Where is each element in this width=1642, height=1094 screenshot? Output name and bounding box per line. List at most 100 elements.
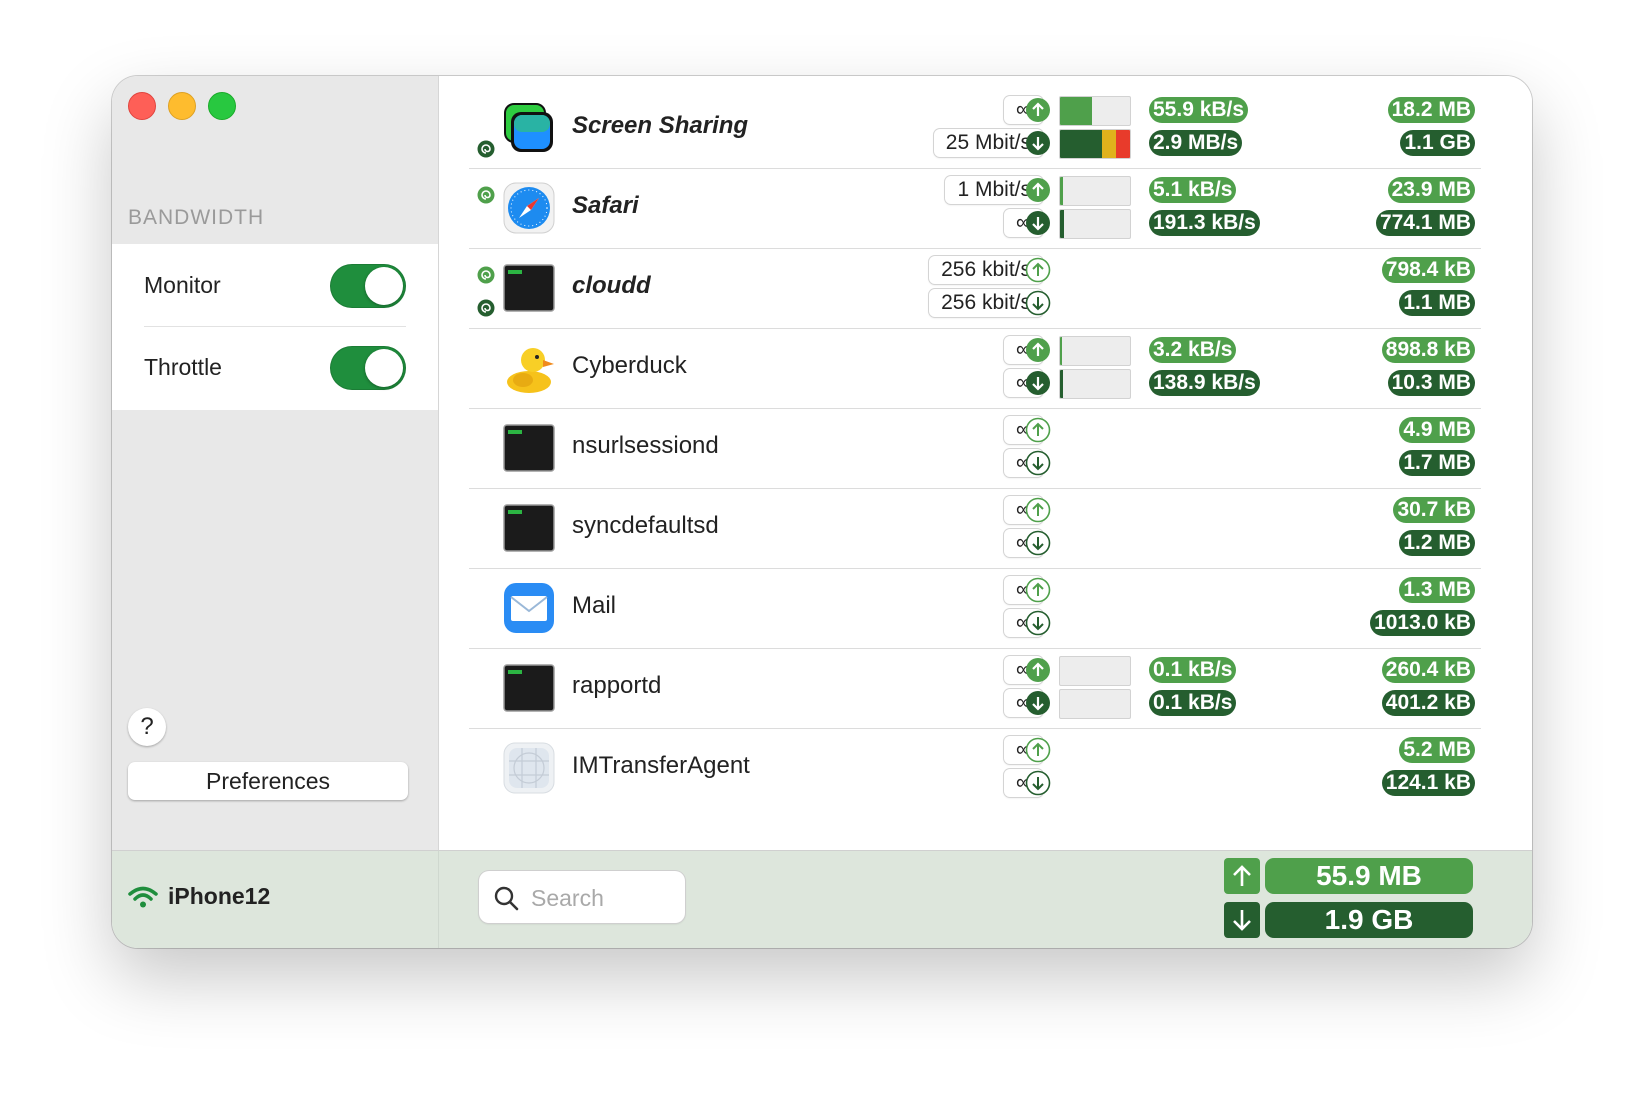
upload-arrow-icon bbox=[1025, 417, 1051, 443]
download-total: 774.1 MB bbox=[1375, 210, 1475, 236]
app-name: nsurlsessiond bbox=[572, 432, 719, 459]
app-list: Screen Sharing ∞ 25 Mbit/s 55.9 kB/s 2.9… bbox=[439, 76, 1532, 850]
upload-total: 23.9 MB bbox=[1387, 177, 1475, 203]
download-total: 1.7 MB bbox=[1399, 450, 1475, 476]
down-arrow-icon bbox=[1233, 910, 1251, 931]
app-row[interactable]: nsurlsessiond ∞ ∞ 4.9 MB 1.7 MB bbox=[469, 408, 1481, 489]
cyberduck-icon bbox=[507, 348, 554, 393]
app-row[interactable]: Mail ∞ ∞ 1.3 MB 1013.0 kB bbox=[469, 568, 1481, 649]
terminal-exec-icon bbox=[503, 504, 555, 552]
upload-arrow-icon bbox=[1025, 497, 1051, 523]
mail-icon bbox=[504, 583, 554, 633]
terminal-exec-icon bbox=[503, 264, 555, 312]
download-total: 10.3 MB bbox=[1387, 370, 1475, 396]
upload-arrow-icon bbox=[1025, 577, 1051, 603]
upload-total: 1.3 MB bbox=[1399, 577, 1475, 603]
screen-sharing-icon bbox=[504, 103, 553, 152]
app-row[interactable]: Safari 1 Mbit/s ∞ 5.1 kB/s 191.3 kB/s 23… bbox=[469, 168, 1481, 249]
upload-total: 260.4 kB bbox=[1381, 657, 1475, 683]
total-download-icon bbox=[1224, 902, 1260, 938]
download-arrow-icon bbox=[1025, 770, 1051, 796]
download-arrow-icon bbox=[1025, 290, 1051, 316]
app-row[interactable]: IMTransferAgent ∞ ∞ 5.2 MB 124.1 kB bbox=[469, 728, 1481, 808]
settings-box: Monitor Throttle bbox=[112, 244, 438, 410]
app-name: Mail bbox=[572, 592, 617, 619]
terminal-exec-icon bbox=[503, 664, 555, 712]
setting-monitor: Monitor bbox=[144, 244, 406, 327]
monitor-label: Monitor bbox=[144, 272, 221, 298]
download-total: 1.1 MB bbox=[1399, 290, 1475, 316]
upload-total: 898.8 kB bbox=[1381, 337, 1475, 363]
upload-arrow-icon bbox=[1025, 737, 1051, 763]
sidebar: BANDWIDTH Monitor Throttle ? Preferences bbox=[112, 76, 439, 850]
upload-meter bbox=[1059, 176, 1131, 206]
zoom-window-button[interactable] bbox=[208, 92, 236, 120]
wifi-icon bbox=[128, 886, 158, 907]
download-arrow-icon bbox=[1025, 610, 1051, 636]
download-total: 124.1 kB bbox=[1381, 770, 1475, 796]
safari-icon bbox=[503, 182, 555, 234]
download-rate: 2.9 MB/s bbox=[1149, 130, 1243, 156]
total-upload: 55.9 MB bbox=[1265, 858, 1473, 894]
app-name: Safari bbox=[572, 192, 639, 219]
app-name: Cyberduck bbox=[572, 352, 687, 379]
toggle-knob bbox=[365, 349, 403, 387]
download-meter bbox=[1059, 369, 1131, 399]
help-button[interactable]: ? bbox=[128, 708, 166, 746]
download-total: 1.2 MB bbox=[1399, 530, 1475, 556]
up-arrow-icon bbox=[1233, 865, 1251, 886]
app-name: Screen Sharing bbox=[572, 112, 749, 139]
snail-icon bbox=[477, 140, 495, 158]
download-arrow-icon bbox=[1026, 371, 1050, 395]
total-upload-icon bbox=[1224, 858, 1260, 894]
bandwidth-window: BANDWIDTH Monitor Throttle ? Preferences… bbox=[112, 76, 1532, 948]
upload-arrow-icon bbox=[1025, 257, 1051, 283]
terminal-exec-icon bbox=[503, 424, 555, 472]
device-selector[interactable]: iPhone12 bbox=[128, 883, 270, 910]
bottom-toolbar: 55.9 MB 1.9 GB bbox=[439, 850, 1532, 948]
setting-throttle: Throttle bbox=[144, 326, 406, 408]
download-meter bbox=[1059, 689, 1131, 719]
upload-meter bbox=[1059, 96, 1131, 126]
app-row[interactable]: Screen Sharing ∞ 25 Mbit/s 55.9 kB/s 2.9… bbox=[469, 88, 1481, 169]
close-window-button[interactable] bbox=[128, 92, 156, 120]
upload-arrow-icon bbox=[1026, 98, 1050, 122]
download-meter bbox=[1059, 209, 1131, 239]
monitor-toggle[interactable] bbox=[330, 264, 406, 308]
upload-total: 5.2 MB bbox=[1399, 737, 1475, 763]
download-arrow-icon bbox=[1026, 131, 1050, 155]
preferences-button[interactable]: Preferences bbox=[128, 762, 408, 800]
upload-rate: 5.1 kB/s bbox=[1149, 177, 1237, 203]
download-total: 1.1 GB bbox=[1400, 130, 1475, 156]
upload-meter bbox=[1059, 336, 1131, 366]
app-row[interactable]: syncdefaultsd ∞ ∞ 30.7 kB 1.2 MB bbox=[469, 488, 1481, 569]
download-arrow-icon bbox=[1026, 691, 1050, 715]
section-title: BANDWIDTH bbox=[128, 206, 265, 229]
device-name: iPhone12 bbox=[168, 883, 271, 909]
upload-arrow-icon bbox=[1026, 658, 1050, 682]
upload-arrow-icon bbox=[1026, 178, 1050, 202]
throttle-toggle[interactable] bbox=[330, 346, 406, 390]
app-name: IMTransferAgent bbox=[572, 752, 750, 779]
minimize-window-button[interactable] bbox=[168, 92, 196, 120]
device-bar: iPhone12 bbox=[112, 850, 439, 948]
app-row[interactable]: cloudd 256 kbit/s 256 kbit/s 798.4 kB 1.… bbox=[469, 248, 1481, 329]
download-rate: 0.1 kB/s bbox=[1149, 690, 1237, 716]
upload-total: 798.4 kB bbox=[1381, 257, 1475, 283]
generic-app-icon bbox=[503, 742, 555, 794]
download-rate: 138.9 kB/s bbox=[1149, 370, 1260, 396]
search-icon bbox=[494, 886, 519, 911]
app-row[interactable]: rapportd ∞ ∞ 0.1 kB/s 0.1 kB/s 260.4 kB … bbox=[469, 648, 1481, 729]
download-arrow-icon bbox=[1025, 450, 1051, 476]
upload-rate: 55.9 kB/s bbox=[1149, 97, 1249, 123]
app-name: cloudd bbox=[572, 272, 651, 299]
search-field[interactable] bbox=[479, 871, 685, 923]
download-total: 401.2 kB bbox=[1381, 690, 1475, 716]
app-row[interactable]: Cyberduck ∞ ∞ 3.2 kB/s 138.9 kB/s 898.8 … bbox=[469, 328, 1481, 409]
upload-arrow-icon bbox=[1026, 338, 1050, 362]
search-input[interactable] bbox=[529, 881, 678, 915]
upload-total: 4.9 MB bbox=[1399, 417, 1475, 443]
snail-icon bbox=[477, 299, 495, 317]
toggle-knob bbox=[365, 267, 403, 305]
download-arrow-icon bbox=[1025, 530, 1051, 556]
